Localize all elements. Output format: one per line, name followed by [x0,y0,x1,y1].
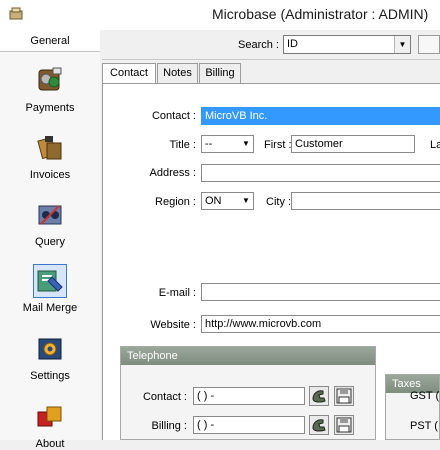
contact-label: Contact : [151,110,196,122]
invoices-icon [37,136,62,160]
sidebar-item-payments[interactable]: Payments [0,64,100,114]
telephone-billing-label: Billing : [151,420,187,432]
gst-label: GST ( [410,390,440,402]
telephone-billing-field[interactable]: ( ) - [193,416,305,434]
telephone-group-title: Telephone [121,347,375,365]
dial-contact-button[interactable] [309,386,329,406]
search-field-value: ID [287,38,298,50]
website-label: Website : [150,319,196,331]
region-label: Region : [155,196,196,208]
title-bar: Microbase (Administrator : ADMIN) [0,0,440,30]
title-label: Title : [169,139,197,151]
sidebar: General Payments Invoices Query Mail Mer… [0,30,100,450]
phone-icon [312,390,326,403]
sidebar-item-query[interactable]: Query [0,198,100,248]
telephone-contact-label: Contact : [142,391,187,403]
sidebar-item-settings[interactable]: Settings [0,332,100,382]
email-field[interactable] [201,283,440,301]
search-field-select[interactable]: ID ▼ [283,35,411,54]
city-field[interactable] [291,192,440,210]
last-name-label: La [430,139,440,151]
tab-contact[interactable]: Contact [102,63,156,84]
search-input[interactable] [418,35,440,54]
phone-icon [312,419,326,432]
save-contact-phone-button[interactable] [334,386,354,406]
sidebar-header[interactable]: General [0,30,100,52]
chevron-down-icon[interactable]: ▼ [239,136,253,152]
sidebar-item-label: Settings [30,370,70,382]
save-billing-phone-button[interactable] [334,415,354,435]
app-icon[interactable] [8,6,24,22]
region-select[interactable]: ON ▼ [201,192,254,210]
divider [102,59,440,60]
region-value: ON [205,195,222,207]
address-field[interactable] [201,164,440,182]
selection-frame [33,264,67,298]
website-field[interactable]: http://www.microvb.com [201,315,440,333]
sidebar-item-label: Invoices [29,169,71,181]
contact-name-field[interactable]: MicroVB Inc. [201,107,440,125]
window-title: Microbase (Administrator : ADMIN) [212,6,429,22]
floppy-disk-icon [336,388,352,404]
settings-icon [38,338,62,360]
sidebar-item-label: Query [35,236,65,248]
email-label: E-mail : [158,287,196,299]
tab-notes[interactable]: Notes [157,63,198,83]
sidebar-item-about[interactable]: About [0,400,100,450]
sidebar-item-label: Mail Merge [22,302,78,314]
telephone-contact-field[interactable]: ( ) - [193,387,305,405]
phone-mask: ( ) - [197,390,215,402]
title-select[interactable]: -- ▼ [201,135,254,153]
address-label: Address : [149,167,196,179]
sidebar-item-label: Payments [25,102,75,114]
payments-icon [38,67,62,91]
tab-billing[interactable]: Billing [199,63,241,83]
sidebar-item-mail-merge[interactable]: Mail Merge [0,264,100,314]
query-icon [38,205,62,225]
first-name-label: First : [264,139,292,151]
phone-mask: ( ) - [197,419,215,431]
dial-billing-button[interactable] [309,415,329,435]
pst-label: PST ( [410,420,438,432]
title-value: -- [205,138,213,150]
floppy-disk-icon [336,417,352,433]
first-name-field[interactable]: Customer [291,135,415,153]
about-icon [37,406,62,427]
search-label: Search : [238,39,279,51]
sidebar-item-invoices[interactable]: Invoices [0,131,100,181]
chevron-down-icon[interactable]: ▼ [394,36,410,53]
chevron-down-icon[interactable]: ▼ [239,193,253,209]
mail-merge-icon [37,270,63,292]
city-label: City : [266,196,292,208]
